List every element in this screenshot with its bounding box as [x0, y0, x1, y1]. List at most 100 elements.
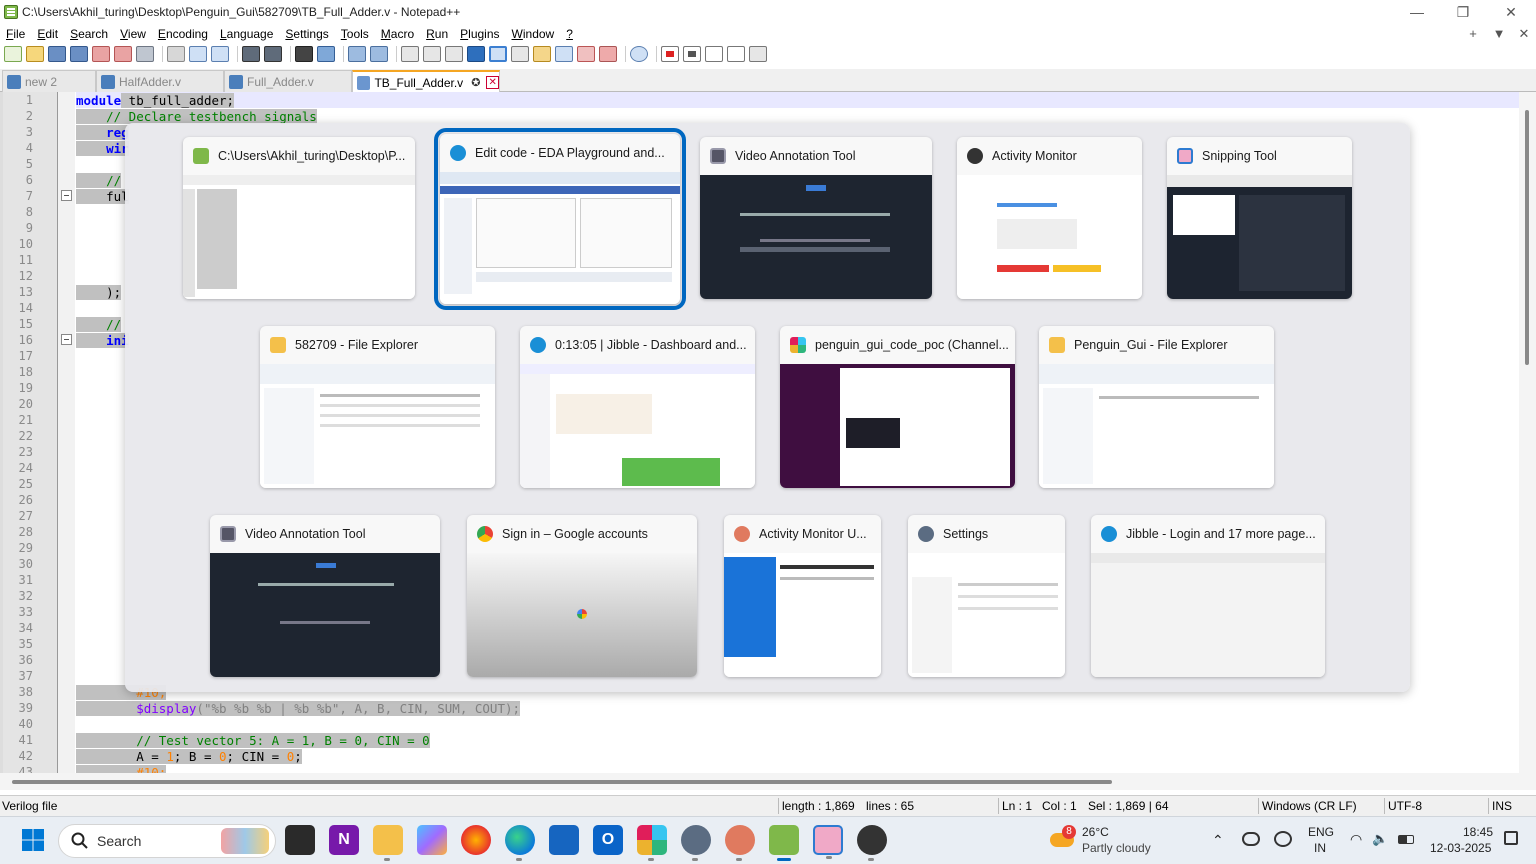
- menu-plugins[interactable]: Plugins: [454, 27, 505, 41]
- close-file-icon[interactable]: [92, 46, 110, 62]
- menu-edit[interactable]: Edit: [31, 27, 64, 41]
- volume-icon[interactable]: 🔈: [1372, 831, 1388, 847]
- language-code[interactable]: ENG: [1308, 825, 1334, 839]
- show-all-chars-icon[interactable]: [467, 46, 485, 62]
- print-icon[interactable]: [136, 46, 154, 62]
- stop-macro-icon[interactable]: [683, 46, 701, 62]
- weather-icon[interactable]: 8: [1048, 825, 1078, 855]
- switcher-window-settings[interactable]: Settings: [908, 515, 1065, 677]
- menu-view[interactable]: View: [114, 27, 152, 41]
- switcher-window-jibble-login[interactable]: Jibble - Login and 17 more page...: [1091, 515, 1325, 677]
- zoom-in-icon[interactable]: [348, 46, 366, 62]
- switcher-window-explorer-penguin[interactable]: Penguin_Gui - File Explorer: [1039, 326, 1274, 488]
- activity-monitor-icon[interactable]: [725, 825, 755, 861]
- tab-full-adder[interactable]: Full_Adder.v: [224, 70, 352, 92]
- save-macro-icon[interactable]: [749, 46, 767, 62]
- chevron-up-icon[interactable]: ⌃: [1212, 832, 1224, 849]
- close-document-button[interactable]: ✕: [1512, 24, 1536, 43]
- menu-macro[interactable]: Macro: [375, 27, 420, 41]
- zoom-out-icon[interactable]: [370, 46, 388, 62]
- tab-tb-full-adder[interactable]: TB_Full_Adder.v ✪ ✕: [352, 70, 500, 93]
- outlook-icon[interactable]: O: [593, 825, 623, 855]
- switcher-window-eda-playground[interactable]: Edit code - EDA Playground and...: [434, 128, 686, 310]
- maximize-button[interactable]: ❐: [1440, 0, 1486, 24]
- battery-icon[interactable]: [1398, 835, 1414, 844]
- chatgpt-icon[interactable]: [857, 825, 887, 861]
- menu-file[interactable]: File: [0, 27, 31, 41]
- copilot-icon[interactable]: [417, 825, 447, 855]
- start-button[interactable]: [18, 825, 48, 855]
- slack-icon[interactable]: [637, 825, 667, 861]
- menu-settings[interactable]: Settings: [279, 27, 334, 41]
- menu-run[interactable]: Run: [420, 27, 454, 41]
- fold-toggle-icon[interactable]: [61, 334, 72, 345]
- switcher-window-video-annotation[interactable]: Video Annotation Tool: [700, 137, 932, 299]
- sync-horizontal-icon[interactable]: [423, 46, 441, 62]
- menu-language[interactable]: Language: [214, 27, 279, 41]
- notepadpp-taskbar-icon[interactable]: [769, 825, 799, 861]
- new-file-icon[interactable]: [4, 46, 22, 62]
- file-explorer-icon[interactable]: [373, 825, 403, 861]
- save-all-icon[interactable]: [70, 46, 88, 62]
- doc-list-icon[interactable]: [599, 46, 617, 62]
- find-icon[interactable]: [295, 46, 313, 62]
- wifi-icon[interactable]: ◠: [1350, 831, 1362, 848]
- folder-workspace-icon[interactable]: [577, 46, 595, 62]
- open-file-icon[interactable]: [26, 46, 44, 62]
- scroll-thumb[interactable]: [12, 780, 1112, 784]
- word-wrap-icon[interactable]: [445, 46, 463, 62]
- close-all-icon[interactable]: [114, 46, 132, 62]
- status-encoding[interactable]: UTF-8: [1388, 799, 1422, 813]
- menu-tools[interactable]: Tools: [335, 27, 375, 41]
- scroll-thumb[interactable]: [1525, 110, 1529, 365]
- redo-icon[interactable]: [264, 46, 282, 62]
- switcher-window-jibble-dashboard[interactable]: 0:13:05 | Jibble - Dashboard and...: [520, 326, 755, 488]
- play-macro-icon[interactable]: [705, 46, 723, 62]
- sync-vertical-icon[interactable]: [401, 46, 419, 62]
- notification-icon[interactable]: [1504, 831, 1518, 845]
- settings-gear-icon[interactable]: [681, 825, 711, 861]
- tab-new-2[interactable]: new 2: [2, 70, 96, 92]
- horizontal-scrollbar[interactable]: [0, 773, 1536, 790]
- clock-time[interactable]: 18:45: [1463, 825, 1493, 839]
- menu-window[interactable]: Window: [506, 27, 561, 41]
- switcher-window-explorer-582709[interactable]: 582709 - File Explorer: [260, 326, 495, 488]
- switcher-window-slack[interactable]: penguin_gui_code_poc (Channel...: [780, 326, 1015, 488]
- function-list-icon[interactable]: [555, 46, 573, 62]
- switcher-window-snipping-tool[interactable]: Snipping Tool: [1167, 137, 1352, 299]
- menu-search[interactable]: Search: [64, 27, 114, 41]
- undo-icon[interactable]: [242, 46, 260, 62]
- tab-list-button[interactable]: ▼: [1487, 24, 1511, 43]
- close-tab-icon[interactable]: ✕: [486, 76, 499, 89]
- copy-icon[interactable]: [189, 46, 207, 62]
- edge-icon[interactable]: [505, 825, 535, 861]
- fold-toggle-icon[interactable]: [61, 190, 72, 201]
- onenote-icon[interactable]: N: [329, 825, 359, 855]
- taskbar-search[interactable]: Search: [58, 824, 276, 858]
- snipping-tool-icon[interactable]: [813, 825, 843, 859]
- replace-icon[interactable]: [317, 46, 335, 62]
- vertical-scrollbar[interactable]: [1519, 92, 1536, 773]
- pin-icon[interactable]: ✪: [471, 76, 480, 89]
- switcher-window-notepadpp[interactable]: C:\Users\Akhil_turing\Desktop\P...: [183, 137, 415, 299]
- switcher-window-video-annotation-2[interactable]: Video Annotation Tool: [210, 515, 440, 677]
- clock-date[interactable]: 12-03-2025: [1430, 841, 1491, 855]
- cut-icon[interactable]: [167, 46, 185, 62]
- tab-halfadder[interactable]: HalfAdder.v: [96, 70, 224, 92]
- close-button[interactable]: ✕: [1488, 0, 1534, 24]
- monitoring-icon[interactable]: [630, 46, 648, 62]
- firefox-icon[interactable]: [461, 825, 491, 855]
- switcher-window-activity-monitor-uninstall[interactable]: Activity Monitor U...: [724, 515, 881, 677]
- cloud-icon[interactable]: [1242, 832, 1260, 846]
- lang-icon[interactable]: [511, 46, 529, 62]
- record-macro-icon[interactable]: [661, 46, 679, 62]
- indent-guide-icon[interactable]: [489, 46, 507, 62]
- language-region[interactable]: IN: [1314, 841, 1326, 855]
- menu-encoding[interactable]: Encoding: [152, 27, 214, 41]
- sync-icon[interactable]: [1274, 831, 1292, 847]
- status-eol[interactable]: Windows (CR LF): [1262, 799, 1357, 813]
- task-view-icon[interactable]: [285, 825, 315, 855]
- switcher-window-activity-monitor[interactable]: Activity Monitor: [957, 137, 1142, 299]
- play-multiple-macro-icon[interactable]: [727, 46, 745, 62]
- save-icon[interactable]: [48, 46, 66, 62]
